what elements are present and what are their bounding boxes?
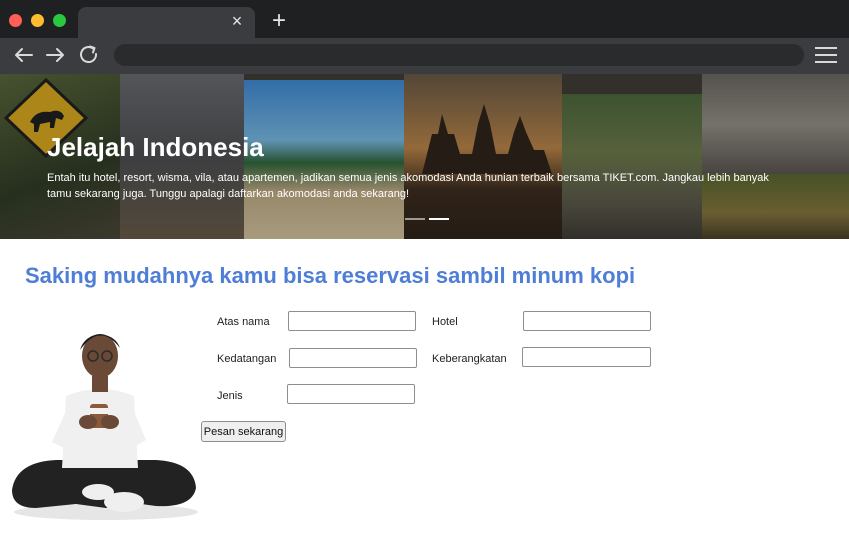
hamburger-menu-icon[interactable] [813,45,839,65]
carousel-indicator-active[interactable] [429,218,449,220]
keberangkatan-label: Keberangkatan [432,353,507,365]
atas-nama-input[interactable] [288,311,416,331]
reload-icon[interactable] [76,42,102,68]
maximize-window-button[interactable] [53,14,66,27]
atas-nama-label: Atas nama [217,316,270,328]
hero-description: Entah itu hotel, resort, wisma, vila, at… [47,172,769,200]
close-icon[interactable]: × [228,12,246,30]
jenis-label: Jenis [217,390,243,402]
close-window-button[interactable] [9,14,22,27]
kedatangan-input[interactable] [289,348,417,368]
jenis-input[interactable] [287,384,415,404]
pesan-sekarang-button[interactable]: Pesan sekarang [201,421,286,442]
browser-window: × + Jelajah Indonesia Entah itu hotel, r… [0,0,849,534]
tab-bar: × + [0,0,849,38]
plus-icon[interactable]: + [269,9,289,33]
carousel-indicator[interactable] [405,218,425,220]
hero-banner: Jelajah Indonesia Entah itu hotel, resor… [0,74,849,239]
kedatangan-label: Kedatangan [217,353,277,365]
minimize-window-button[interactable] [31,14,44,27]
browser-toolbar [0,38,849,74]
hero-title: Jelajah Indonesia [47,132,264,162]
page-heading: Saking mudahnya kamu bisa reservasi samb… [25,263,636,288]
keberangkatan-input[interactable] [522,347,651,367]
hotel-input[interactable] [523,311,651,331]
hotel-label: Hotel [432,316,458,328]
forward-arrow-icon[interactable] [42,42,68,68]
address-bar[interactable] [114,44,804,66]
back-arrow-icon[interactable] [11,42,37,68]
person-with-coffee-illustration [12,334,198,520]
